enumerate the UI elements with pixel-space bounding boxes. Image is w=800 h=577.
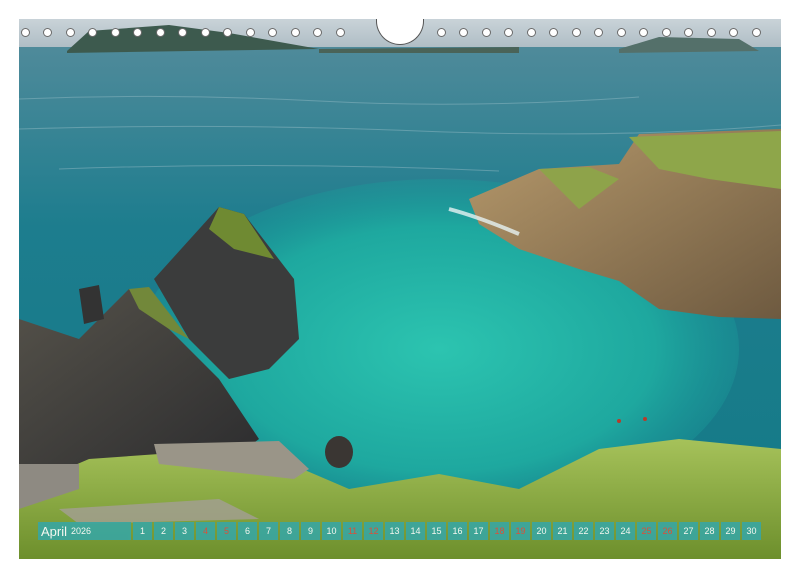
binding-hole [661,28,671,37]
day-cell: 21 [553,522,572,540]
binding-hole [335,28,345,37]
binding-hole [133,28,142,37]
binding-hole [223,28,232,37]
day-cell: 28 [700,522,719,540]
day-cell: 2 [154,522,173,540]
binding-hole [504,28,513,37]
month-year: 2026 [71,526,92,536]
day-cell: 12 [364,522,383,540]
binding-hole [549,28,558,37]
binding-hole [571,28,581,37]
day-cell: 24 [616,522,635,540]
binding-hole [290,28,300,37]
day-cell: 1 [133,522,152,540]
binding-hole [245,28,255,37]
month-label: April 2026 [38,522,131,540]
day-cell: 7 [259,522,278,540]
day-cell: 11 [343,522,362,540]
binding-hole [65,28,75,37]
day-cells: 1 2 3 4 5 6 7 8 9 10 11 12 13 14 15 16 17 18 19 20 21 22 23 24 2… [133,522,763,540]
calendar-page [19,19,781,559]
day-cell: 17 [469,522,488,540]
binding-hole [684,28,693,37]
day-cell: 26 [658,522,677,540]
binding-hole [43,28,52,37]
binding-hole [88,28,97,37]
day-cell: 8 [280,522,299,540]
day-cell: 23 [595,522,614,540]
day-cell: 3 [175,522,194,540]
binding-hole [526,28,536,37]
binding-hole [20,28,30,37]
binding-hole [616,28,626,37]
binding-hole [436,28,446,37]
binding-hole [594,28,603,37]
binding-hole [706,28,716,37]
binding-hole [313,28,322,37]
day-cell: 16 [448,522,467,540]
day-cell: 14 [406,522,425,540]
binding-hole [481,28,491,37]
binding-hole [200,28,210,37]
binding-hole [639,28,648,37]
day-cell: 29 [721,522,740,540]
day-cell: 30 [742,522,761,540]
binding-hole [268,28,277,37]
binding-hole [110,28,120,37]
day-cell: 27 [679,522,698,540]
binding-hole [178,28,187,37]
day-cell: 20 [532,522,551,540]
binding-hole [459,28,468,37]
day-cell: 22 [574,522,593,540]
coastal-photo [19,19,781,559]
day-cell: 13 [385,522,404,540]
day-cell: 15 [427,522,446,540]
day-cell: 6 [238,522,257,540]
day-cell: 10 [322,522,341,540]
day-cell: 5 [217,522,236,540]
binding-hole [155,28,165,37]
binding-hole [729,28,738,37]
day-cell: 19 [511,522,530,540]
month-name: April [41,523,68,539]
day-cell: 18 [490,522,509,540]
month-strip: April 2026 1 2 3 4 5 6 7 8 9 10 11 12 13 14 15 16 17 18 19… [38,522,763,540]
day-cell: 25 [637,522,656,540]
binding-hole [751,28,761,37]
day-cell: 9 [301,522,320,540]
day-cell: 4 [196,522,215,540]
